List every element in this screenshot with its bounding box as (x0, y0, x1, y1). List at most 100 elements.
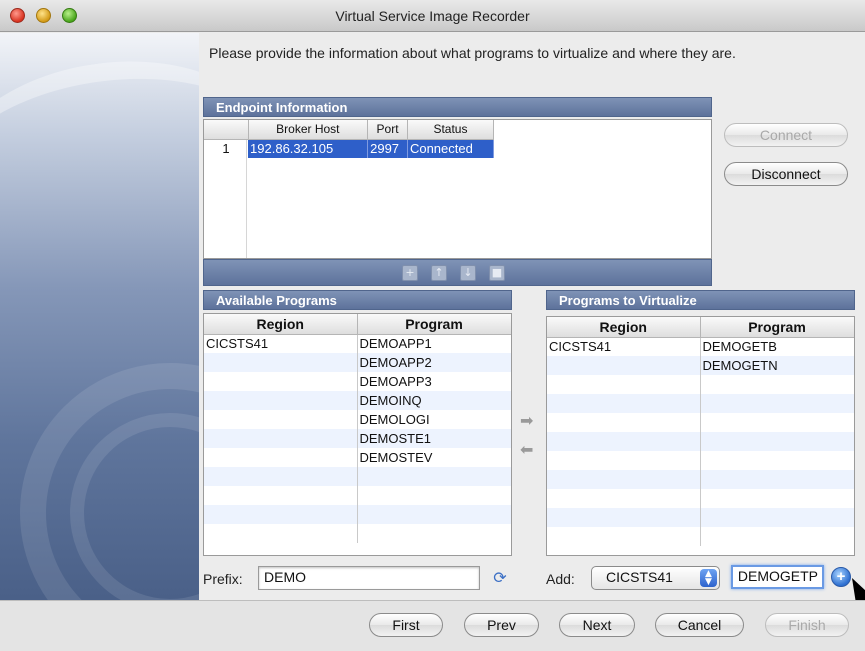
programs-to-virtualize-header: Programs to Virtualize (546, 290, 855, 310)
table-row[interactable] (204, 505, 511, 524)
program-cell: DEMOGETN (700, 356, 854, 375)
move-left-icon[interactable]: ⬅ (520, 440, 533, 459)
refresh-icon[interactable]: ⟳ (491, 569, 509, 587)
move-down-icon[interactable]: ↓ (460, 265, 476, 281)
program-cell (700, 489, 854, 508)
table-row[interactable]: DEMOAPP3 (204, 372, 511, 391)
prev-button[interactable]: Prev (464, 613, 539, 637)
region-cell (547, 356, 701, 375)
program-cell (700, 413, 854, 432)
table-row[interactable] (547, 508, 854, 527)
table-row[interactable]: CICSTS41 DEMOGETB (547, 337, 854, 356)
region-cell (547, 432, 701, 451)
program-cell: DEMOAPP1 (357, 334, 511, 353)
table-row[interactable] (547, 470, 854, 489)
program-cell: DEMOLOGI (357, 410, 511, 429)
table-row[interactable] (547, 527, 854, 546)
program-cell: DEMOINQ (357, 391, 511, 410)
region-cell: CICSTS41 (547, 337, 701, 356)
add-endpoint-icon[interactable]: + (402, 265, 418, 281)
program-cell (357, 467, 511, 486)
table-row[interactable] (547, 413, 854, 432)
virtualize-region-header[interactable]: Region (547, 317, 701, 338)
program-name-input[interactable]: DEMOGETP (731, 565, 824, 589)
program-cell (700, 432, 854, 451)
table-row[interactable] (547, 375, 854, 394)
prefix-input[interactable]: DEMO (258, 566, 480, 590)
port-cell[interactable]: 2997 (367, 139, 408, 158)
table-row[interactable]: DEMOSTE1 (204, 429, 511, 448)
available-programs-list[interactable]: Region Program CICSTS41 DEMOAPP1 DEMOAPP2 D… (203, 313, 512, 556)
region-cell (204, 467, 358, 486)
region-cell (204, 353, 358, 372)
region-cell (547, 527, 701, 546)
region-cell (547, 489, 701, 508)
table-row[interactable] (204, 467, 511, 486)
region-cell (204, 391, 358, 410)
region-cell (204, 486, 358, 505)
prefix-label: Prefix: (203, 571, 243, 587)
table-row[interactable]: DEMOINQ (204, 391, 511, 410)
region-cell (547, 470, 701, 489)
connect-button[interactable]: Connect (724, 123, 848, 147)
window-title: Virtual Service Image Recorder (335, 8, 530, 24)
table-row[interactable]: CICSTS41 DEMOAPP1 (204, 334, 511, 353)
table-row[interactable] (547, 394, 854, 413)
program-cell (700, 451, 854, 470)
program-cell: DEMOAPP3 (357, 372, 511, 391)
row-number-header (204, 120, 249, 140)
table-row[interactable] (204, 524, 511, 543)
region-select[interactable]: CICSTS41 ▲ ▼ (591, 566, 720, 590)
program-cell (700, 375, 854, 394)
programs-to-virtualize-list[interactable]: Region Program CICSTS41 DEMOGETB DEMOGETN (546, 316, 855, 556)
status-header[interactable]: Status (407, 120, 495, 140)
program-cell: DEMOSTE1 (357, 429, 511, 448)
broker-host-cell[interactable]: 192.86.32.105 (248, 139, 369, 158)
available-program-header[interactable]: Program (357, 314, 511, 335)
region-cell (547, 394, 701, 413)
table-row[interactable] (204, 486, 511, 505)
program-cell (700, 470, 854, 489)
available-region-header[interactable]: Region (204, 314, 358, 335)
available-programs-header: Available Programs (203, 290, 512, 310)
add-label: Add: (546, 571, 575, 587)
table-row[interactable]: DEMOGETN (547, 356, 854, 375)
endpoint-table[interactable]: Broker Host Port Status 1 192.86.32.105 … (203, 119, 712, 259)
table-row[interactable] (547, 432, 854, 451)
region-cell (547, 508, 701, 527)
move-right-icon[interactable]: ➡ (520, 411, 533, 430)
program-cell: DEMOAPP2 (357, 353, 511, 372)
region-cell (204, 524, 358, 543)
region-cell (204, 372, 358, 391)
finish-button[interactable]: Finish (765, 613, 849, 637)
region-cell (204, 410, 358, 429)
next-button[interactable]: Next (559, 613, 635, 637)
disconnect-button[interactable]: Disconnect (724, 162, 848, 186)
instructions-text: Please provide the information about wha… (209, 45, 736, 61)
endpoint-section-header: Endpoint Information (203, 97, 712, 117)
region-select-value: CICSTS41 (606, 569, 673, 585)
table-row[interactable] (547, 489, 854, 508)
program-cell (357, 486, 511, 505)
region-cell (204, 429, 358, 448)
program-cell: DEMOGETB (700, 337, 854, 356)
virtualize-program-header[interactable]: Program (700, 317, 854, 338)
cancel-button[interactable]: Cancel (655, 613, 744, 637)
first-button[interactable]: First (369, 613, 443, 637)
port-header[interactable]: Port (367, 120, 408, 140)
title-bar: Virtual Service Image Recorder (0, 0, 865, 32)
table-row[interactable]: 1 192.86.32.105 2997 Connected (204, 139, 495, 158)
row-number: 1 (222, 141, 230, 157)
select-stepper-icon: ▲ ▼ (700, 569, 717, 587)
table-row[interactable]: DEMOSTEV (204, 448, 511, 467)
table-row[interactable]: DEMOLOGI (204, 410, 511, 429)
region-cell (547, 451, 701, 470)
wizard-side-graphic (0, 33, 199, 600)
broker-host-header[interactable]: Broker Host (248, 120, 369, 140)
table-row[interactable] (547, 451, 854, 470)
move-up-icon[interactable]: ↑ (431, 265, 447, 281)
delete-endpoint-icon[interactable]: ■ (489, 265, 505, 281)
program-cell (700, 508, 854, 527)
table-row[interactable]: DEMOAPP2 (204, 353, 511, 372)
status-cell[interactable]: Connected (407, 139, 495, 158)
